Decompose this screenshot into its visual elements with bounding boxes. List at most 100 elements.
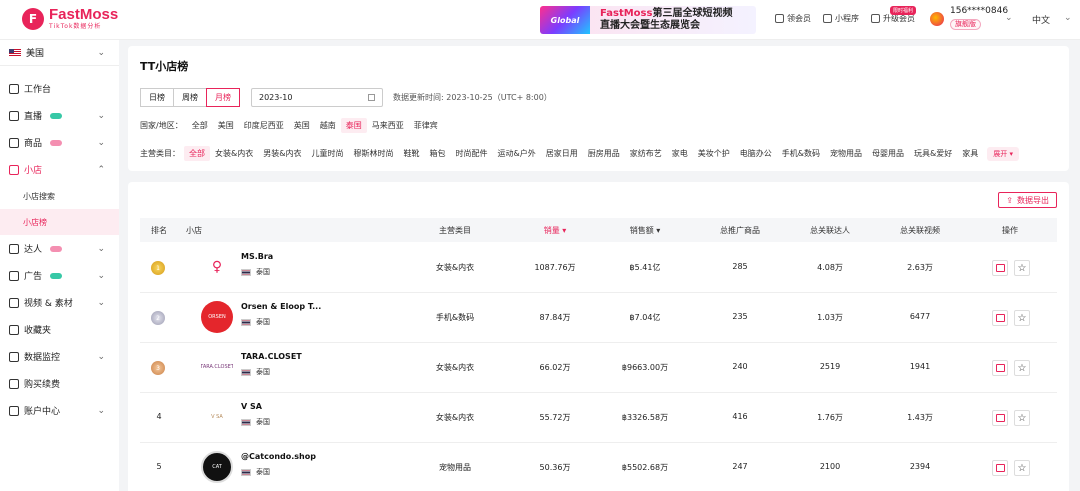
tab-weekly[interactable]: 周榜 [173, 88, 207, 107]
category-option[interactable]: 宠物用品 [825, 146, 867, 161]
table-row[interactable]: 4 V SA V SA 泰国 女装&内衣 55.72万 ฿3326.58万 41… [140, 393, 1057, 443]
bronze-medal-icon: 3 [151, 361, 165, 375]
header-creators: 总关联达人 [810, 225, 850, 235]
limited-offer-badge: 限时福利 [890, 6, 917, 15]
sidebar-subitem-shop-search[interactable]: 小店搜索 [0, 183, 119, 209]
shop-name[interactable]: Orsen & Eloop T... [241, 302, 321, 311]
table-row[interactable]: 1 ♀ MS.Bra 泰国 女装&内衣 1087.76万 ฿5.41亿 285 … [140, 243, 1057, 293]
sidebar-item-workbench[interactable]: 工作台 [0, 75, 119, 102]
sidebar-item-creators[interactable]: 达人 ⌄ [0, 235, 119, 262]
country-option[interactable]: 马来西亚 [367, 118, 409, 133]
products-cell: 247 [732, 462, 748, 471]
star-icon [9, 324, 19, 335]
favorite-star-icon[interactable]: ☆ [1014, 310, 1030, 326]
language-selector[interactable]: 中文 [1032, 13, 1050, 26]
sidebar-item-live[interactable]: 直播 ⌄ [0, 102, 119, 129]
thailand-flag-icon [241, 418, 251, 426]
header-sales[interactable]: 销量 ▾ [520, 225, 590, 236]
shop-name[interactable]: MS.Bra [241, 252, 273, 261]
category-option[interactable]: 电脑办公 [735, 146, 777, 161]
country-option[interactable]: 越南 [315, 118, 341, 133]
tab-monthly[interactable]: 月榜 [206, 88, 240, 107]
country-option[interactable]: 印度尼西亚 [239, 118, 289, 133]
header-videos: 总关联视频 [900, 225, 940, 235]
table-row[interactable]: 3 TARA.CLOSET TARA.CLOSET 泰国 女装&内衣 66.02… [140, 343, 1057, 393]
sidebar-item-monitoring[interactable]: 数据监控 ⌄ [0, 343, 119, 370]
shop-icon [9, 164, 19, 175]
category-option[interactable]: 玩具&爱好 [909, 146, 957, 161]
sidebar-item-account[interactable]: 账户中心 ⌄ [0, 397, 119, 424]
month-picker[interactable]: 2023-10 [251, 88, 383, 107]
table-row[interactable]: 5 CAT @Catcondo.shop 泰国 宠物用品 50.36万 ฿550… [140, 443, 1057, 491]
detail-button[interactable] [992, 310, 1008, 326]
category-option[interactable]: 美妆个护 [693, 146, 735, 161]
shop-name[interactable]: @Catcondo.shop [241, 452, 316, 461]
gold-medal-icon: 1 [151, 261, 165, 275]
promo-banner[interactable]: Global FastMoss第三届全球短视频 直播大会暨生态展览会 [540, 6, 756, 34]
vip-link[interactable]: 领会员 [775, 13, 811, 24]
category-option-active[interactable]: 全部 [184, 146, 210, 161]
product-icon [9, 137, 19, 148]
products-cell: 285 [732, 262, 748, 271]
category-option[interactable]: 家具 [957, 146, 983, 161]
category-option[interactable]: 手机&数码 [777, 146, 825, 161]
expand-button[interactable]: 展开 ▾ [987, 146, 1019, 161]
country-option[interactable]: 全部 [187, 118, 213, 133]
chevron-down-icon: ⌄ [97, 243, 105, 254]
revenue-cell: ฿3326.58万 [621, 413, 669, 422]
crown-icon [775, 14, 784, 23]
shop-name[interactable]: TARA.CLOSET [241, 352, 302, 361]
mini-program-link[interactable]: 小程序 [823, 13, 859, 24]
category-option[interactable]: 母婴用品 [867, 146, 909, 161]
sidebar-item-favorites[interactable]: 收藏夹 [0, 316, 119, 343]
category-option[interactable]: 家纺布艺 [625, 146, 667, 161]
country-option-active[interactable]: 泰国 [340, 118, 367, 133]
category-option[interactable]: 儿童时尚 [307, 146, 349, 161]
category-option[interactable]: 穆斯林时尚 [349, 146, 399, 161]
category-option[interactable]: 时尚配件 [451, 146, 493, 161]
videos-cell: 6477 [909, 312, 931, 321]
banner-line2: 直播大会暨生态展览会 [600, 20, 700, 31]
sidebar-item-ads[interactable]: 广告 ⌄ [0, 262, 119, 289]
sidebar-item-videos[interactable]: 视频 & 素材 ⌄ [0, 289, 119, 316]
table-header: 排名 小店 主营类目 销量 ▾ 销售额 ▾ 总推广商品 总关联达人 总关联视频 … [140, 218, 1057, 242]
user-name: 156****0846 [950, 6, 1009, 16]
detail-button[interactable] [992, 360, 1008, 376]
category-option[interactable]: 厨房用品 [583, 146, 625, 161]
calendar-icon [368, 94, 375, 101]
detail-button[interactable] [992, 460, 1008, 476]
favorite-star-icon[interactable]: ☆ [1014, 360, 1030, 376]
category-option[interactable]: 家电 [667, 146, 693, 161]
fastmoss-logo[interactable]: F FastMoss TikTok数据分析 [22, 7, 118, 30]
creators-cell: 1.76万 [817, 413, 843, 422]
user-menu[interactable]: 156****0846 旗舰版 [930, 7, 1008, 30]
country-selector[interactable]: 美国 ⌄ [0, 40, 119, 66]
period-tabs: 日榜 周榜 月榜 [140, 88, 240, 107]
sidebar-item-purchase[interactable]: 购买续费 [0, 370, 119, 397]
country-option[interactable]: 菲律宾 [409, 118, 443, 133]
category-option[interactable]: 女装&内衣 [210, 146, 258, 161]
country-option[interactable]: 美国 [213, 118, 239, 133]
shop-name[interactable]: V SA [241, 402, 262, 411]
country-option[interactable]: 英国 [289, 118, 315, 133]
header-revenue[interactable]: 销售额 ▾ [610, 225, 680, 236]
table-row[interactable]: 2 ORSEN Orsen & Eloop T... 泰国 手机&数码 87.8… [140, 293, 1057, 343]
favorite-star-icon[interactable]: ☆ [1014, 460, 1030, 476]
tab-daily[interactable]: 日榜 [140, 88, 174, 107]
category-option[interactable]: 居家日用 [541, 146, 583, 161]
category-option[interactable]: 箱包 [425, 146, 451, 161]
export-button[interactable]: ⇪ 数据导出 [998, 192, 1057, 208]
favorite-star-icon[interactable]: ☆ [1014, 260, 1030, 276]
sidebar-item-products[interactable]: 商品 ⌄ [0, 129, 119, 156]
detail-button[interactable] [992, 410, 1008, 426]
category-option[interactable]: 鞋靴 [399, 146, 425, 161]
category-option[interactable]: 男装&内衣 [258, 146, 306, 161]
sidebar: 美国 ⌄ 工作台 直播 ⌄ 商品 ⌄ 小店 ⌃ 小店搜索 小店榜 达人 ⌄ 广告 ⌄ 视频… [0, 40, 119, 491]
chevron-down-icon[interactable]: ⌄ [1005, 13, 1013, 23]
favorite-star-icon[interactable]: ☆ [1014, 410, 1030, 426]
sidebar-subitem-shop-ranking[interactable]: 小店榜 [0, 209, 119, 235]
detail-button[interactable] [992, 260, 1008, 276]
chevron-down-icon[interactable]: ⌄ [1064, 13, 1072, 23]
category-option[interactable]: 运动&户外 [493, 146, 541, 161]
sidebar-item-shops[interactable]: 小店 ⌃ [0, 156, 119, 183]
